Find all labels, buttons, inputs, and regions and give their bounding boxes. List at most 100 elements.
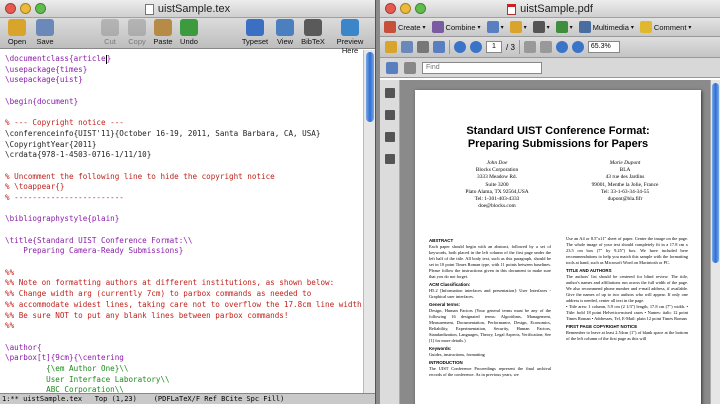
- code-token: \usepackage{times}: [5, 64, 88, 74]
- toolbar-label: Save: [36, 37, 54, 46]
- open-button[interactable]: Open: [2, 19, 32, 46]
- pdf-title: uistSample.pdf: [520, 3, 593, 15]
- pdf-titlebar[interactable]: uistSample.pdf: [380, 0, 720, 18]
- code-token: {\em Author One}\\: [5, 363, 129, 373]
- chevron-down-icon: ▾: [500, 24, 504, 31]
- code-token: article: [73, 54, 106, 63]
- pdf-page: Standard UIST Conference Format: Prepari…: [415, 90, 701, 404]
- print-icon[interactable]: [417, 41, 429, 53]
- separator: [518, 40, 520, 54]
- paste-icon: [154, 19, 172, 36]
- editor-window: uistSample.tex Open Save Cut Copy Paste Undo T…: [0, 0, 376, 404]
- comment-button[interactable]: Comment ▾: [639, 21, 691, 33]
- combine-button[interactable]: Combine ▾: [431, 21, 481, 33]
- document-icon: [144, 3, 154, 15]
- paper-paragraph: ACM Classification: H5.2 [Information int…: [429, 282, 551, 300]
- pages-icon[interactable]: [384, 88, 395, 98]
- pdf-close-button[interactable]: [385, 3, 396, 14]
- button-label: Create: [398, 22, 421, 32]
- bibtex-button[interactable]: BibTeX: [298, 19, 328, 46]
- code-token: %% Be sure NOT to put any blank lines be…: [5, 310, 289, 320]
- code-line: %% accommodate widest lines, taking care…: [5, 300, 363, 311]
- hand-tool-icon[interactable]: [539, 41, 552, 53]
- code-editor[interactable]: \documentclass{article} \usepackage{times…: [0, 50, 363, 393]
- scroll-thumb[interactable]: [366, 52, 374, 122]
- undo-button[interactable]: Undo: [174, 19, 204, 46]
- code-token: %% accommodate widest lines, taking care…: [5, 299, 363, 309]
- email-icon[interactable]: [433, 41, 445, 53]
- code-line: %% Be sure NOT to put any blank lines be…: [5, 311, 358, 322]
- next-page-icon[interactable]: [470, 41, 482, 53]
- code-line: % --- Copyright notice ---: [5, 118, 358, 129]
- layout-icon[interactable]: [404, 61, 416, 74]
- code-token: \documentclass{: [5, 54, 74, 63]
- toolbar-label: Typeset: [241, 37, 269, 46]
- save-icon[interactable]: [401, 41, 413, 53]
- code-token: User Interface Laboratory\\: [5, 374, 170, 384]
- pdf-icon: [246, 19, 264, 36]
- author-line: dupont@bla.fifr: [607, 196, 643, 203]
- open-folder-icon[interactable]: [385, 41, 397, 53]
- multimedia-button[interactable]: Multimedia ▾: [578, 21, 634, 33]
- cut-button[interactable]: Cut: [95, 19, 125, 46]
- forms-button[interactable]: ▾: [555, 21, 573, 33]
- previous-page-icon[interactable]: [454, 41, 466, 53]
- find-input[interactable]: Find: [422, 61, 542, 74]
- view-button[interactable]: View: [270, 19, 300, 46]
- page-number-input[interactable]: 1: [486, 41, 502, 53]
- select-tool-icon[interactable]: [523, 41, 536, 53]
- chevron-down-icon: ▾: [546, 24, 550, 31]
- pdf-minimize-button[interactable]: [400, 3, 411, 14]
- save-button[interactable]: Save: [30, 19, 60, 46]
- comment-icon: [639, 21, 652, 33]
- secure-button[interactable]: ▾: [509, 21, 527, 33]
- forms-icon: [555, 21, 568, 33]
- code-line: \documentclass{article}: [5, 54, 358, 65]
- paragraph-text: Remember to leave at least 2.54cm (1") o…: [566, 330, 688, 341]
- attachments-icon[interactable]: [384, 110, 395, 120]
- code-token: \conferenceinfo{UIST'11}{October 16-19, …: [5, 128, 321, 138]
- zoom-in-icon[interactable]: [571, 41, 584, 53]
- code-line: {\em Author One}\\: [5, 364, 358, 375]
- create-button[interactable]: Create ▾: [384, 21, 426, 33]
- combine-icon: [431, 21, 444, 33]
- bookmarks-icon[interactable]: [384, 154, 395, 164]
- right-column: Use an A4 or 8.5"x11" sheet of paper. Ce…: [566, 236, 688, 342]
- editor-titlebar[interactable]: uistSample.tex: [0, 0, 375, 18]
- code-line: %% Note on formatting authors at differe…: [5, 278, 358, 289]
- pdf-zoom-button[interactable]: [415, 3, 426, 14]
- pdf-scrollbar[interactable]: [710, 80, 720, 404]
- minimize-button[interactable]: [20, 3, 31, 14]
- code-line: \conferenceinfo{UIST'11}{October 16-19, …: [5, 129, 358, 140]
- code-line: \begin{document}: [5, 97, 358, 108]
- zoom-button[interactable]: [35, 3, 46, 14]
- collaborate-button[interactable]: ▾: [486, 21, 504, 33]
- separator: [449, 40, 450, 54]
- author-line: Plato Alama, TX 92564,USA: [465, 188, 529, 195]
- code-line: ABC Corporation\\: [5, 385, 358, 393]
- paragraph-text: • Title area: 1 column, 5.9 cm (2 1/3") …: [566, 304, 688, 321]
- paragraph-text: Each paper should begin with an abstract…: [429, 244, 551, 279]
- typeset-button[interactable]: Typeset: [240, 19, 270, 46]
- author-line: 43 rue des Jardins: [605, 174, 645, 181]
- sign-button[interactable]: ▾: [532, 21, 550, 33]
- pdf-document-pane[interactable]: Standard UIST Conference Format: Prepari…: [400, 80, 710, 404]
- editor-scrollbar[interactable]: [363, 50, 375, 393]
- toolbar-label: BibTeX: [301, 37, 325, 46]
- pdf-scroll-thumb[interactable]: [712, 83, 719, 263]
- paper-paragraph: Use an A4 or 8.5"x11" sheet of paper. Ce…: [566, 236, 688, 266]
- button-label: Comment: [653, 22, 687, 32]
- paragraph-text: The authors' list should be centered for…: [566, 274, 688, 303]
- signatures-icon[interactable]: [384, 132, 395, 142]
- pdf-window-controls: [385, 3, 426, 14]
- pdf-window: uistSample.pdf Create ▾ Combine ▾ ▾ ▾ ▾ ▾ Multim…: [380, 0, 720, 404]
- page-view-icon[interactable]: [386, 61, 398, 74]
- code-token: \bibliographystyle{plain}: [5, 214, 120, 224]
- author-line: Tel: 1-301-403-4333: [474, 196, 520, 203]
- close-button[interactable]: [5, 3, 16, 14]
- zoom-out-icon[interactable]: [555, 41, 568, 53]
- button-label: Multimedia: [592, 22, 629, 32]
- zoom-level[interactable]: 65.3%: [587, 41, 620, 53]
